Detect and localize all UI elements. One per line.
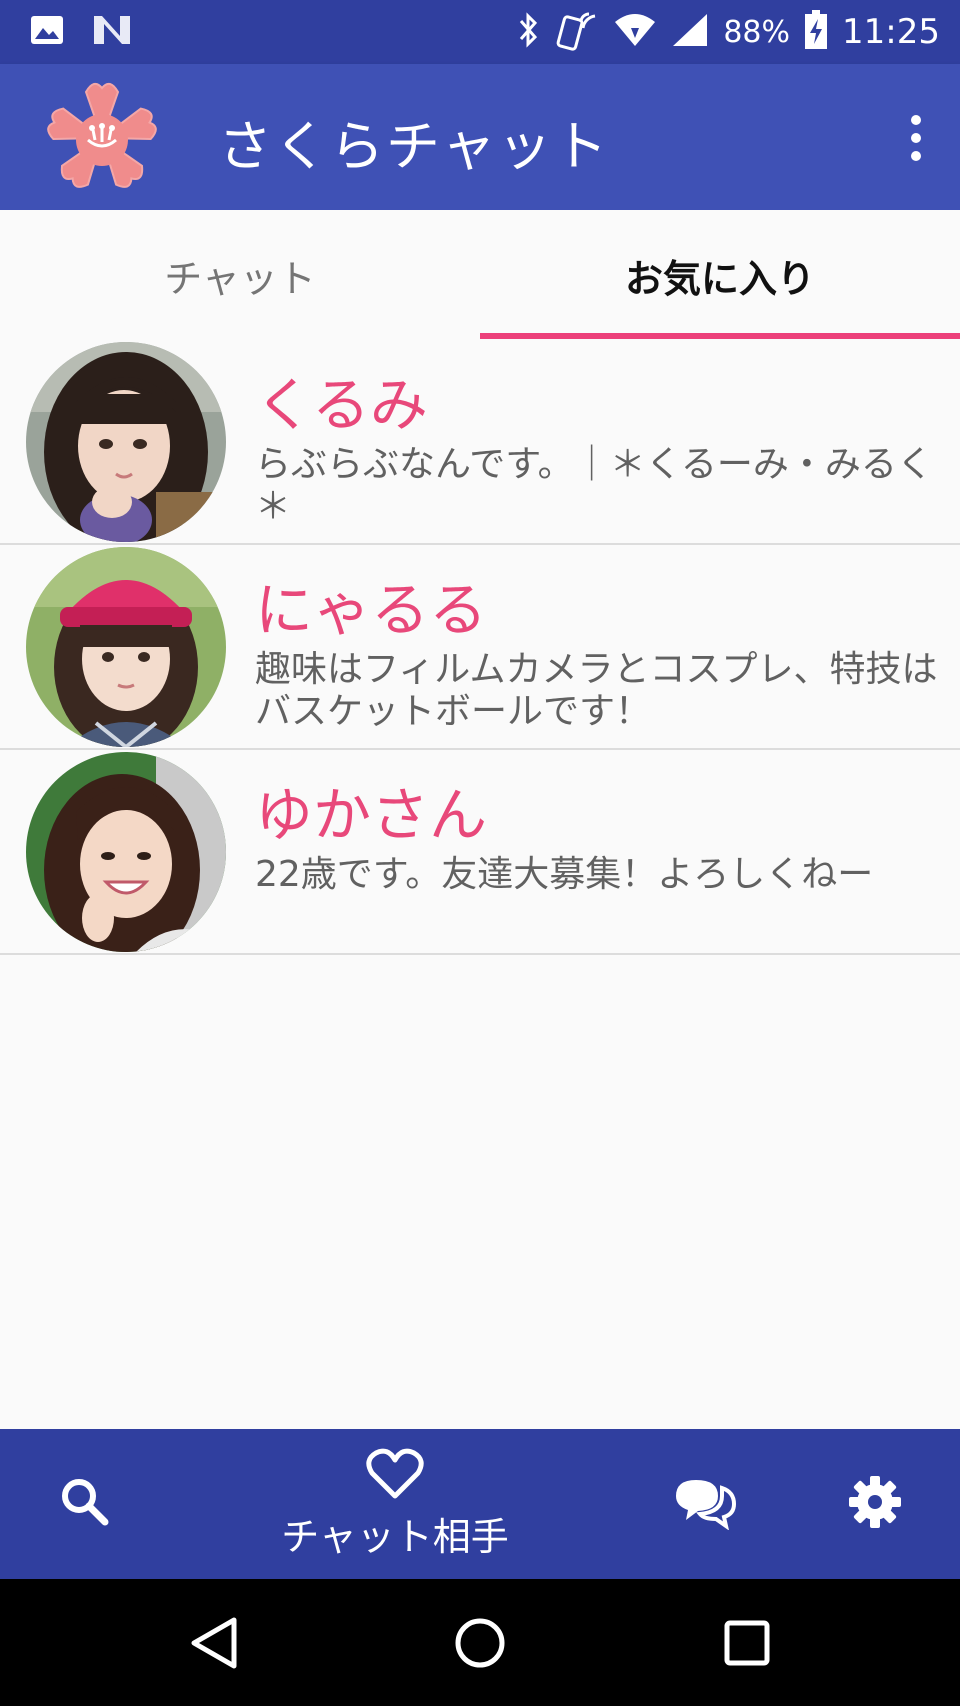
tab-favorites[interactable]: お気に入り (480, 210, 960, 340)
wifi-icon (613, 12, 657, 52)
list-item[interactable]: ゆかさん 22歳です。友達大募集！よろしくねー (0, 750, 960, 955)
contact-name: くるみ (255, 371, 428, 439)
chat-bubbles-icon (672, 1474, 738, 1534)
nav-search[interactable] (40, 1429, 130, 1579)
battery-percent: 88% (723, 14, 791, 50)
bluetooth-icon (517, 11, 541, 53)
nav-messages[interactable] (660, 1429, 750, 1579)
contact-message: 趣味はフィルムカメラとコスプレ、特技はバスケットボールです！ (255, 649, 938, 732)
home-icon[interactable] (435, 1579, 525, 1706)
gear-icon (847, 1474, 903, 1534)
status-bar: 88% 11:25 (0, 0, 960, 64)
clock: 11:25 (842, 12, 940, 52)
nav-chat-partners[interactable]: チャット相手 (270, 1429, 520, 1579)
tab-indicator (480, 333, 960, 339)
avatar (26, 342, 226, 542)
heart-icon (366, 1448, 424, 1504)
app-title: さくらチャット (218, 115, 610, 178)
more-vert-icon[interactable] (896, 108, 936, 168)
nav-settings[interactable] (830, 1429, 920, 1579)
nav-chat-partners-label: チャット相手 (281, 1514, 509, 1559)
favorites-list: くるみ らぶらぶなんです。｜＊くるーみ・みるく＊ にゃるる 趣味はフィルムカメラ… (0, 340, 960, 955)
back-icon[interactable] (170, 1579, 260, 1706)
battery-charging-icon (804, 10, 828, 54)
bottom-nav: チャット相手 (0, 1429, 960, 1579)
n-icon (92, 14, 132, 50)
list-item[interactable]: にゃるる 趣味はフィルムカメラとコスプレ、特技はバスケットボールです！ (0, 545, 960, 750)
avatar (26, 752, 226, 952)
contact-message: 22歳です。友達大募集！よろしくねー (255, 854, 874, 895)
recents-icon[interactable] (702, 1579, 792, 1706)
tab-chat[interactable]: チャット (0, 210, 480, 340)
signal-icon (671, 12, 709, 52)
app-bar: さくらチャット (0, 64, 960, 210)
system-nav-bar (0, 1579, 960, 1706)
nfc-icon (555, 8, 599, 56)
contact-name: ゆかさん (255, 781, 488, 849)
contact-message: らぶらぶなんです。｜＊くるーみ・みるく＊ (255, 444, 933, 527)
contact-name: にゃるる (255, 576, 488, 644)
avatar (26, 547, 226, 747)
tab-bar: チャット お気に入り (0, 210, 960, 340)
search-icon (57, 1474, 113, 1534)
list-item[interactable]: くるみ らぶらぶなんです。｜＊くるーみ・みるく＊ (0, 340, 960, 545)
image-icon (30, 15, 64, 49)
sakura-logo-icon (40, 76, 164, 200)
